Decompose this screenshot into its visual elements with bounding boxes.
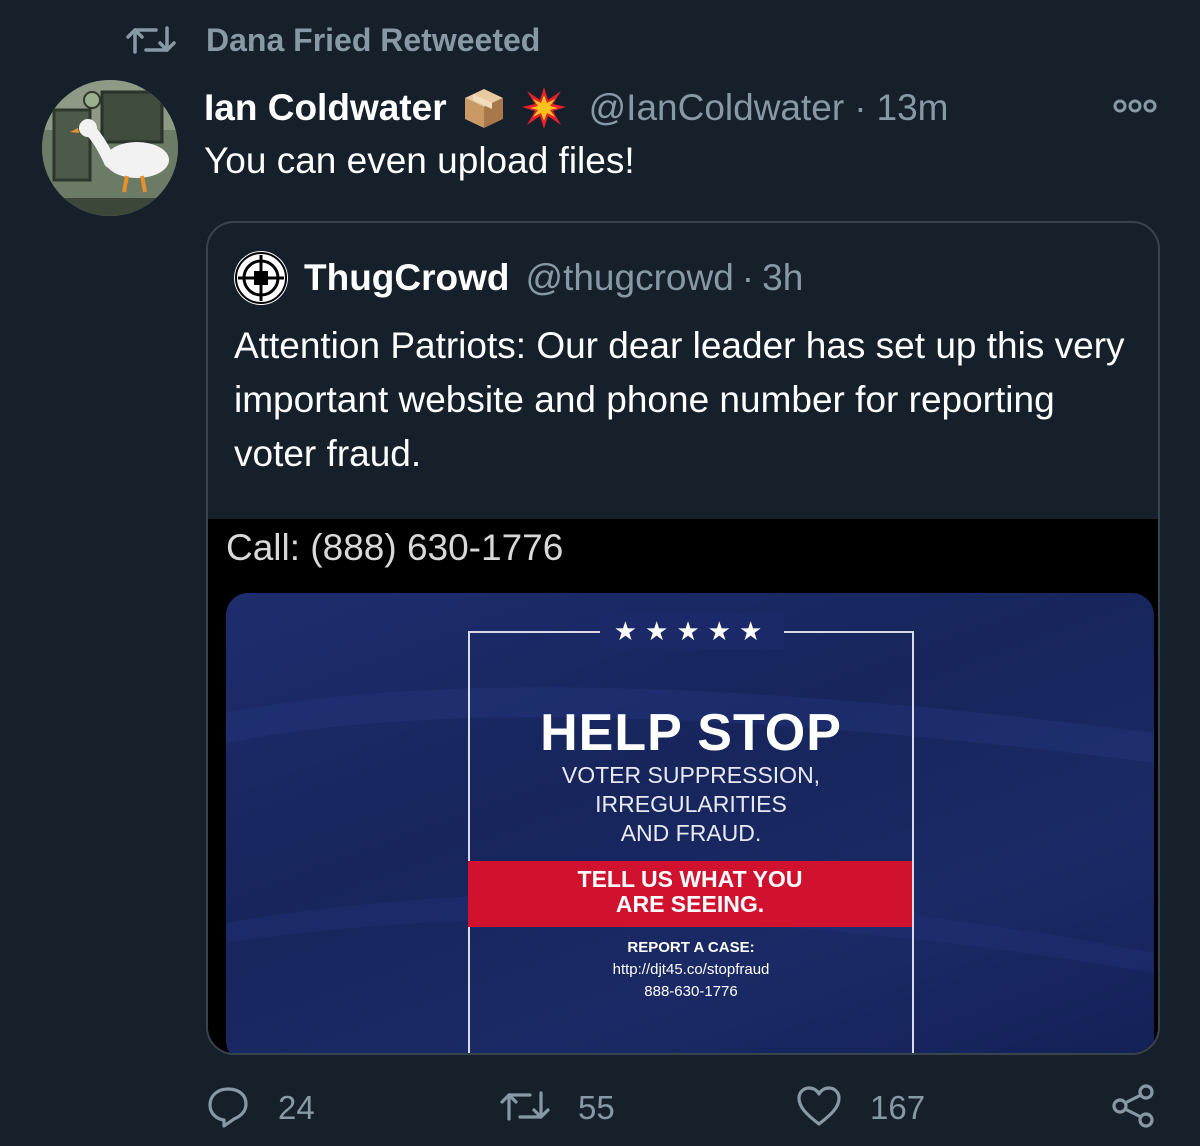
tweet-page: Dana Fried Retweeted Ian Coldwater @IanC…	[0, 0, 1200, 1146]
author-line: Ian Coldwater @IanColdwater · 13m	[204, 80, 949, 136]
retweet-icon	[126, 20, 176, 60]
retweet-count: 55	[578, 1089, 615, 1126]
package-emoji	[461, 85, 507, 131]
quoted-tweet[interactable]: ThugCrowd @thugcrowd · 3h Attention Patr…	[206, 221, 1160, 1055]
flyer-band-text: TELL US WHAT YOU ARE SEEING.	[468, 867, 912, 917]
reply-count: 24	[278, 1089, 315, 1126]
collision-emoji	[521, 85, 567, 131]
tweet-text: You can even upload files!	[204, 140, 635, 181]
tweet-actions: 24 55 167	[0, 1080, 1200, 1136]
flyer-red-band: TELL US WHAT YOU ARE SEEING.	[468, 861, 912, 927]
like-button[interactable]: 167	[796, 1080, 925, 1136]
reply-icon	[206, 1084, 250, 1133]
flyer-report-url: http://djt45.co/stopfraud	[612, 961, 770, 978]
flyer-sub-line: AND FRAUD.	[620, 820, 762, 846]
author-name[interactable]: Ian Coldwater	[204, 87, 447, 129]
heart-icon	[796, 1085, 842, 1132]
quoted-author-name[interactable]: ThugCrowd	[304, 257, 510, 299]
reply-button[interactable]: 24	[206, 1080, 315, 1136]
flyer-stars: ★★★★★	[600, 613, 784, 649]
flyer-report-phone: 888-630-1776	[644, 983, 738, 1000]
share-icon	[1110, 1083, 1156, 1134]
quoted-avatar[interactable]	[234, 251, 288, 305]
quoted-text: Attention Patriots: Our dear leader has …	[234, 325, 1125, 474]
retweet-icon	[500, 1086, 550, 1131]
quoted-author-line: ThugCrowd @thugcrowd · 3h	[234, 251, 803, 305]
flyer-sub-line: VOTER SUPPRESSION,	[561, 762, 821, 788]
flyer-band-line: ARE SEEING.	[615, 891, 765, 917]
share-button[interactable]	[1110, 1080, 1156, 1136]
like-count: 167	[870, 1089, 926, 1126]
flyer-subtitle: VOTER SUPPRESSION, IRREGULARITIES AND FR…	[470, 761, 912, 848]
media-flyer: ★★★★★ HELP STOP VOTER SUPPRESSION, IRREG…	[226, 593, 1154, 1053]
more-icon[interactable]	[1112, 92, 1158, 120]
retweet-label[interactable]: Dana Fried Retweeted	[206, 22, 540, 59]
quoted-meta-separator: ·	[741, 257, 755, 298]
author-handle[interactable]: @IanColdwater	[589, 87, 845, 129]
quoted-time[interactable]: 3h	[762, 257, 803, 299]
flyer-sub-line: IRREGULARITIES	[595, 791, 787, 817]
flyer-report-title: REPORT A CASE:	[627, 939, 755, 956]
media-call-text: Call: (888) 630-1776	[226, 527, 564, 568]
flyer-band-line: TELL US WHAT YOU	[577, 866, 803, 892]
flyer-frame: ★★★★★ HELP STOP VOTER SUPPRESSION, IRREG…	[468, 613, 914, 1053]
flyer-headline: HELP STOP	[540, 704, 842, 762]
quoted-author-handle[interactable]: @thugcrowd	[526, 257, 734, 299]
meta-separator: ·	[854, 87, 867, 128]
retweet-header: Dana Fried Retweeted	[126, 18, 540, 62]
quoted-media[interactable]: Call: (888) 630-1776 ★★★★★ HELP STOP VOT…	[208, 519, 1158, 1053]
tweet-time[interactable]: 13m	[877, 87, 949, 129]
retweet-button[interactable]: 55	[500, 1080, 615, 1136]
author-avatar[interactable]	[42, 80, 178, 216]
